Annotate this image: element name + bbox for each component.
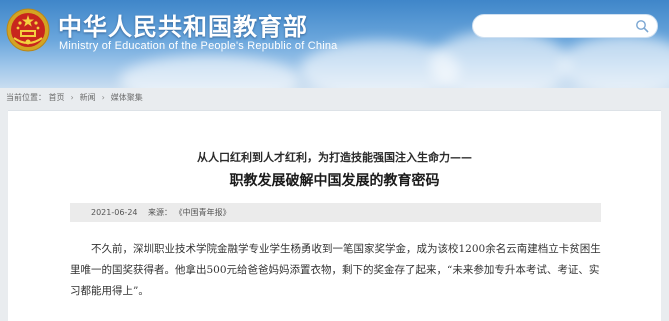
article-meta: 2021-06-24 来源： 《中国青年报》 [70, 203, 601, 222]
breadcrumb: 当前位置： 首页 › 新闻 › 媒体聚集 [0, 88, 669, 108]
breadcrumb-news[interactable]: 新闻 [80, 93, 96, 102]
article-pretitle: 从人口红利到人才红利，为打造技能强国注入生命力—— [197, 151, 472, 164]
breadcrumb-separator: › [70, 93, 74, 102]
header-cloud [430, 30, 570, 88]
search-box[interactable] [472, 14, 658, 38]
header-cloud [560, 35, 669, 88]
article-date: 2021-06-24 [91, 208, 138, 217]
article-source-label: 来源： [148, 208, 173, 217]
breadcrumb-media[interactable]: 媒体聚集 [111, 93, 143, 102]
header-cloud [120, 55, 300, 88]
site-subtitle: Ministry of Education of the People's Re… [59, 40, 338, 52]
search-icon[interactable] [635, 19, 649, 33]
article-source: 《中国青年报》 [174, 208, 231, 217]
national-emblem-icon[interactable] [6, 8, 50, 52]
site-header: 中华人民共和国教育部 Ministry of Education of the … [0, 0, 669, 88]
breadcrumb-prefix: 当前位置： [6, 93, 46, 102]
breadcrumb-separator: › [101, 93, 105, 102]
article-headline: 职教发展破解中国发展的教育密码 [229, 173, 440, 189]
article-card: 从人口红利到人才红利，为打造技能强国注入生命力—— 职教发展破解中国发展的教育密… [8, 110, 661, 321]
breadcrumb-home[interactable]: 首页 [49, 93, 65, 102]
search-input[interactable] [483, 18, 623, 34]
article-paragraph: 不久前，深圳职业技术学院金融学专业学生杨勇收到一笔国家奖学金，成为该校1200余… [70, 243, 601, 297]
site-title: 中华人民共和国教育部 [58, 13, 308, 41]
